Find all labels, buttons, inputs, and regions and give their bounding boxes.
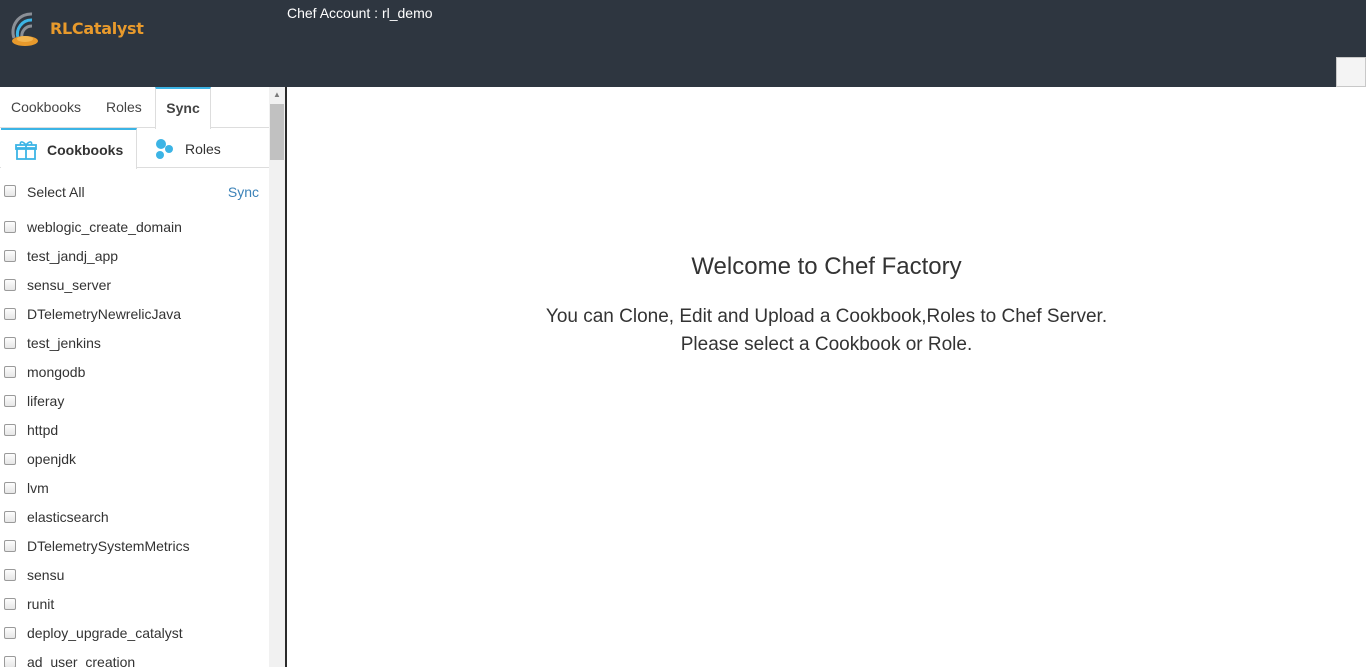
tab-roles[interactable]: Roles — [106, 87, 142, 128]
cookbook-label: weblogic_create_domain — [27, 219, 182, 235]
sidebar-tabs: Cookbooks Roles Sync — [0, 87, 269, 129]
cookbook-list-item: deploy_upgrade_catalyst — [0, 622, 269, 651]
cookbook-checkbox[interactable] — [4, 279, 16, 291]
cookbook-checkbox[interactable] — [4, 540, 16, 552]
cookbook-label: mongodb — [27, 364, 86, 380]
cookbook-checkbox[interactable] — [4, 569, 16, 581]
cookbook-label: DTelemetryNewrelicJava — [27, 306, 182, 322]
sync-link[interactable]: Sync — [228, 184, 259, 200]
welcome-description: You can Clone, Edit and Upload a Cookboo… — [287, 303, 1366, 359]
cookbook-checkbox[interactable] — [4, 482, 16, 494]
cookbook-label: test_jenkins — [27, 335, 101, 351]
cookbook-checkbox[interactable] — [4, 250, 16, 262]
cookbook-list-item: httpd — [0, 419, 269, 448]
cookbook-gift-icon — [15, 139, 37, 161]
subtab-cookbooks[interactable]: Cookbooks — [1, 128, 137, 169]
scroll-thumb[interactable] — [270, 104, 284, 160]
cookbook-label: openjdk — [27, 451, 77, 467]
select-all-row: Select All Sync — [0, 180, 269, 202]
cookbook-label: runit — [27, 596, 55, 612]
sidebar-scrollbar[interactable]: ▲ — [269, 87, 285, 667]
cookbook-label: liferay — [27, 393, 65, 409]
cookbook-label: sensu — [27, 567, 65, 583]
subtab-roles-label: Roles — [185, 140, 221, 157]
header-menu-button[interactable] — [1336, 57, 1366, 87]
cookbook-checkbox[interactable] — [4, 656, 16, 667]
welcome-title: Welcome to Chef Factory — [691, 253, 962, 280]
cookbook-checkbox[interactable] — [4, 221, 16, 233]
cookbook-list-item: DTelemetryNewrelicJava — [0, 303, 269, 332]
cookbook-label: lvm — [27, 480, 49, 496]
select-all-checkbox[interactable] — [4, 185, 16, 197]
scroll-up-arrow-icon[interactable]: ▲ — [269, 87, 285, 103]
cookbook-checkbox[interactable] — [4, 598, 16, 610]
cookbook-list-item: liferay — [0, 390, 269, 419]
cookbook-list-item: test_jandj_app — [0, 245, 269, 274]
cookbook-label: httpd — [27, 422, 59, 438]
sidebar: Cookbooks Roles Sync Cookbooks Roles Sel… — [0, 87, 287, 667]
cookbook-list-item: lvm — [0, 477, 269, 506]
cookbook-label: elasticsearch — [27, 509, 109, 525]
main-content: Welcome to Chef Factory You can Clone, E… — [287, 87, 1366, 667]
cookbook-list-item: ad_user_creation — [0, 651, 269, 667]
cookbook-list-item: DTelemetrySystemMetrics — [0, 535, 269, 564]
cookbook-list-item: mongodb — [0, 361, 269, 390]
cookbook-label: test_jandj_app — [27, 248, 119, 264]
description-line-2: Please select a Cookbook or Role. — [680, 334, 973, 355]
cookbook-checkbox[interactable] — [4, 627, 16, 639]
cookbook-list-item: weblogic_create_domain — [0, 216, 269, 245]
cookbook-checkbox[interactable] — [4, 308, 16, 320]
cookbook-checkbox[interactable] — [4, 337, 16, 349]
description-line-1: You can Clone, Edit and Upload a Cookboo… — [545, 306, 1108, 327]
logo-signal-icon — [11, 12, 38, 46]
cookbook-list-item: runit — [0, 593, 269, 622]
subtab-roles[interactable]: Roles — [153, 128, 221, 169]
tab-cookbooks[interactable]: Cookbooks — [11, 87, 81, 128]
cookbook-checkbox[interactable] — [4, 424, 16, 436]
tab-sync[interactable]: Sync — [155, 87, 211, 129]
cookbook-checkbox[interactable] — [4, 395, 16, 407]
cookbook-label: sensu_server — [27, 277, 112, 293]
top-header: RLCatalyst Chef Account : rl_demo — [0, 0, 1366, 87]
chef-account-label: Chef Account : rl_demo — [287, 5, 433, 21]
cookbook-list-item: openjdk — [0, 448, 269, 477]
cookbook-list-item: sensu — [0, 564, 269, 593]
cookbook-list-item: test_jenkins — [0, 332, 269, 361]
cookbook-list-item: elasticsearch — [0, 506, 269, 535]
rlcatalyst-logo[interactable]: RLCatalyst — [6, 8, 144, 50]
cookbook-label: DTelemetrySystemMetrics — [27, 538, 190, 554]
cookbook-checkbox[interactable] — [4, 366, 16, 378]
cookbook-checkbox[interactable] — [4, 511, 16, 523]
logo-text: RLCatalyst — [50, 19, 144, 38]
cookbook-label: deploy_upgrade_catalyst — [27, 625, 183, 641]
cookbook-checkbox-list: weblogic_create_domain test_jandj_app se… — [0, 216, 269, 667]
cookbook-checkbox[interactable] — [4, 453, 16, 465]
roles-circles-icon — [153, 138, 175, 160]
cookbook-label: ad_user_creation — [27, 654, 136, 667]
subtab-cookbooks-label: Cookbooks — [47, 141, 124, 158]
select-all-label: Select All — [27, 184, 85, 200]
sync-subtabs: Cookbooks Roles — [0, 128, 269, 169]
cookbook-list-item: sensu_server — [0, 274, 269, 303]
